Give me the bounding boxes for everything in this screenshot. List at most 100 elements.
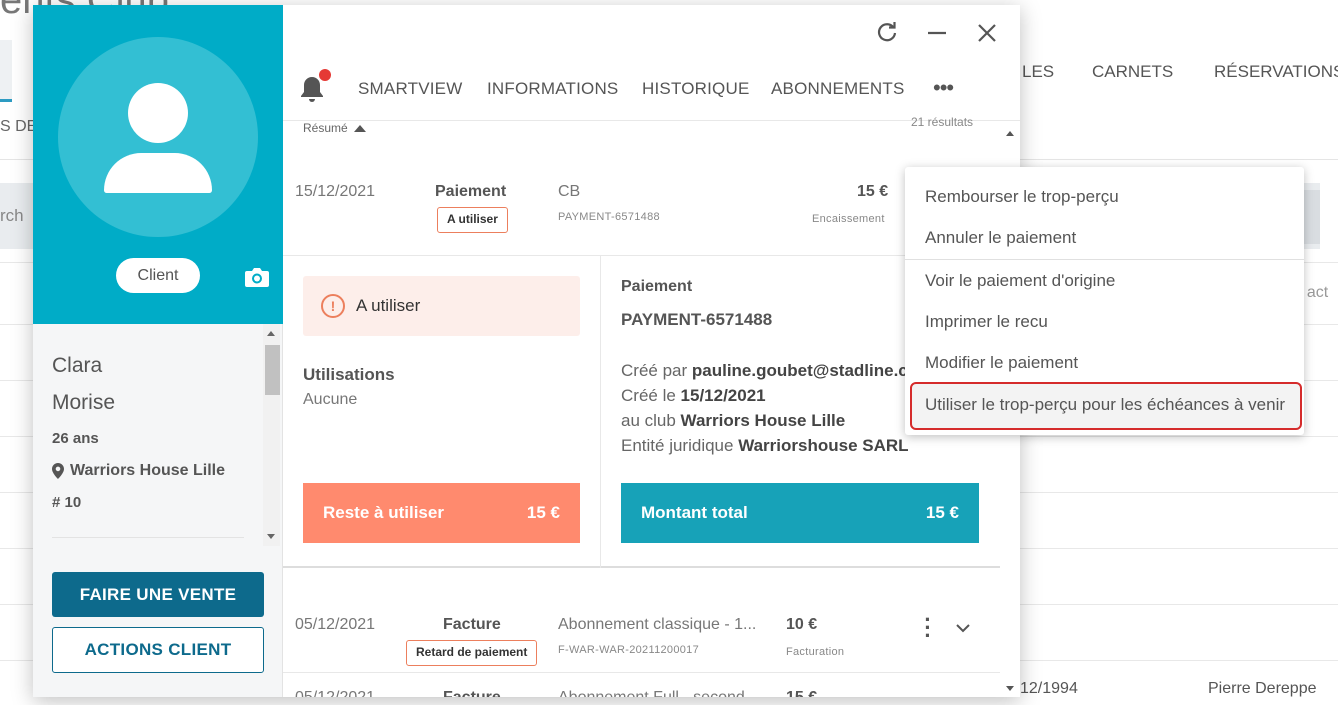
client-panel: Client Clara Morise 26 ans Warriors Hous… <box>33 5 283 697</box>
menu-separator <box>905 259 1304 260</box>
created-on-value: 15/12/2021 <box>680 386 766 405</box>
background-left-tab[interactable]: S DE <box>0 118 37 136</box>
row-date: 15/12/2021 <box>295 183 376 200</box>
client-info: Clara Morise 26 ans Warriors House Lille… <box>33 324 283 544</box>
minimize-icon[interactable] <box>925 21 949 45</box>
row-date: 05/12/2021 <box>295 689 375 697</box>
row-date: 05/12/2021 <box>295 616 376 633</box>
menu-view-original-payment[interactable]: Voir le paiement d'origine <box>925 271 1115 291</box>
payment-label: Paiement <box>621 278 693 295</box>
row-menu-icon[interactable]: · · · <box>923 609 933 647</box>
payment-detail: ! A utiliser Utilisations Aucune Reste à… <box>283 256 1000 568</box>
window-controls <box>873 19 1013 47</box>
total-box: Montant total 15 € <box>621 483 979 543</box>
uses-value: Aucune <box>303 391 358 408</box>
scroll-down-arrow-icon[interactable] <box>267 534 275 539</box>
main-nav: SMARTVIEW INFORMATIONS HISTORIQUE ABONNE… <box>283 61 1020 121</box>
row-category: Facturation <box>786 646 845 658</box>
client-club: Warriors House Lille <box>52 462 225 480</box>
status-badge: A utiliser <box>437 207 508 233</box>
status-badge: Retard de paiement <box>406 640 538 666</box>
row-type: Paiement <box>435 183 507 200</box>
tab-informations[interactable]: INFORMATIONS <box>487 79 618 99</box>
avatar <box>58 37 258 237</box>
row-amount: 15 € <box>786 689 817 697</box>
row-type: Facture <box>443 616 501 633</box>
menu-use-overpayment-future[interactable]: Utiliser le trop-perçu pour les échéance… <box>925 395 1285 415</box>
total-label: Montant total <box>641 503 748 522</box>
remaining-box: Reste à utiliser 15 € <box>303 483 580 543</box>
row-method: Abonnement Full - second <box>558 689 745 697</box>
client-number: # 10 <box>52 494 82 511</box>
table-row[interactable]: 05/12/2021 Facture Retard de paiement Ab… <box>283 588 1000 673</box>
sort-header[interactable]: Résumé <box>303 121 366 135</box>
created-on-prefix: Créé le <box>621 386 681 405</box>
menu-cancel-payment[interactable]: Annuler le paiement <box>925 228 1076 248</box>
results-count: 21 résultats <box>911 115 974 129</box>
menu-refund-overpayment[interactable]: Rembourser le trop-perçu <box>925 187 1119 207</box>
warning-text: A utiliser <box>356 296 421 315</box>
client-scrollbar-thumb[interactable] <box>265 345 280 395</box>
entity-prefix: Entité juridique <box>621 436 739 455</box>
menu-edit-payment[interactable]: Modifier le paiement <box>925 353 1078 373</box>
camera-icon[interactable] <box>244 266 270 288</box>
remaining-label: Reste à utiliser <box>323 503 444 522</box>
row-method: Abonnement classique - 1... <box>558 616 757 633</box>
created-by-prefix: Créé par <box>621 361 692 380</box>
location-pin-icon <box>52 463 64 479</box>
avatar-head-shape <box>128 83 188 143</box>
tab-smartview[interactable]: SMARTVIEW <box>358 79 462 99</box>
entity-line: Entité juridique Warriorshouse SARL <box>621 436 909 456</box>
background-tab-les[interactable]: LES <box>1022 62 1054 82</box>
make-sale-button[interactable]: FAIRE UNE VENTE <box>52 572 264 617</box>
refresh-icon[interactable] <box>875 21 899 45</box>
close-icon[interactable] <box>975 21 999 45</box>
tab-historique[interactable]: HISTORIQUE <box>642 79 749 99</box>
payment-id: PAYMENT-6571488 <box>621 310 773 329</box>
more-tabs-icon[interactable]: ••• <box>933 75 954 101</box>
created-by-value: pauline.goubet@stadline.com <box>691 361 934 380</box>
client-age: 26 ans <box>52 430 99 447</box>
detail-divider <box>600 256 601 568</box>
table-row[interactable]: 05/12/2021 Facture Abonnement Full - sec… <box>283 673 1000 697</box>
client-club-name: Warriors House Lille <box>70 462 225 479</box>
tab-abonnements[interactable]: ABONNEMENTS <box>771 79 905 99</box>
row-method: CB <box>558 183 581 200</box>
remaining-value: 15 € <box>526 503 560 522</box>
alert-icon: ! <box>321 294 345 318</box>
created-on-line: Créé le 15/12/2021 <box>621 386 766 406</box>
background-active-tab-indicator <box>0 40 12 102</box>
chevron-down-icon[interactable] <box>955 620 971 636</box>
avatar-body-shape <box>104 153 212 193</box>
client-badge: Client <box>116 258 200 293</box>
row-category: Encaissement <box>812 213 885 225</box>
client-header: Client <box>33 5 283 324</box>
background-row-name: Pierre Dereppe <box>1208 680 1317 697</box>
scroll-up-arrow-icon[interactable] <box>267 331 275 336</box>
client-last-name: Morise <box>52 391 116 414</box>
client-separator <box>52 537 244 538</box>
notification-dot <box>319 69 331 81</box>
row-amount: 10 € <box>786 616 818 633</box>
background-tab-carnets[interactable]: CARNETS <box>1092 62 1173 82</box>
scroll-up-arrow-icon[interactable] <box>1006 131 1014 136</box>
table-row[interactable]: 15/12/2021 Paiement A utiliser CB PAYMEN… <box>283 155 1000 256</box>
row-reference: PAYMENT-6571488 <box>558 211 660 223</box>
uses-label: Utilisations <box>303 365 395 384</box>
total-value: 15 € <box>925 503 959 522</box>
row-type: Facture <box>443 689 501 697</box>
client-actions-button[interactable]: ACTIONS CLIENT <box>52 627 264 673</box>
background-tab-reservations[interactable]: RÉSERVATIONS <box>1214 62 1338 82</box>
club-line: au club Warriors House Lille <box>621 411 845 431</box>
scroll-down-arrow-icon[interactable] <box>1006 686 1014 691</box>
entity-value: Warriorshouse SARL <box>738 436 909 455</box>
club-prefix: au club <box>621 411 681 430</box>
background-row-date: 12/1994 <box>1020 680 1078 697</box>
row-reference: F-WAR-WAR-20211200017 <box>558 644 699 656</box>
client-first-name: Clara <box>52 354 103 377</box>
club-value: Warriors House Lille <box>680 411 846 430</box>
background-search-placeholder: rch <box>0 206 24 225</box>
menu-print-receipt[interactable]: Imprimer le recu <box>925 312 1048 332</box>
warning-box: ! A utiliser <box>303 276 580 336</box>
client-modal: Client Clara Morise 26 ans Warriors Hous… <box>33 5 1020 697</box>
